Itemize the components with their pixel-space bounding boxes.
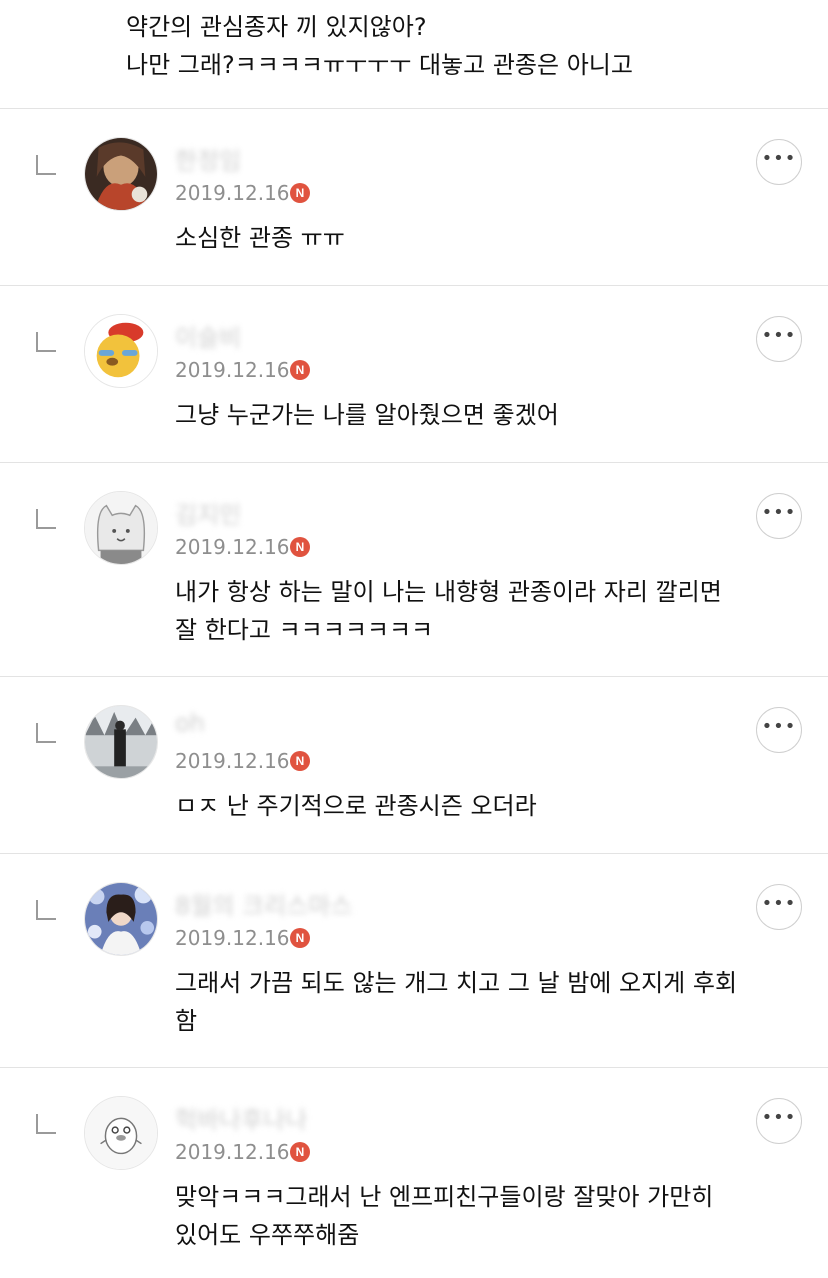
reply-arrow-icon bbox=[36, 155, 56, 175]
more-options-button[interactable]: ••• bbox=[756, 707, 802, 753]
comment-line: 함 bbox=[175, 1007, 198, 1035]
new-badge: N bbox=[290, 360, 310, 380]
reply-arrow-icon bbox=[36, 900, 56, 920]
more-options-button[interactable]: ••• bbox=[756, 139, 802, 185]
avatar[interactable] bbox=[84, 137, 158, 211]
comment-author[interactable]: 김지민 bbox=[175, 495, 241, 530]
reply-arrow-icon bbox=[36, 509, 56, 529]
more-options-button[interactable]: ••• bbox=[756, 493, 802, 539]
comment-author[interactable]: oh bbox=[175, 709, 205, 737]
reply-arrow-icon bbox=[36, 332, 56, 352]
comment-line: ㅁㅈ 난 주기적으로 관종시즌 오더라 bbox=[175, 792, 537, 820]
comment-text: 그냥 누군가는 나를 알아줬으면 좋겠어 bbox=[175, 396, 559, 434]
new-badge: N bbox=[290, 751, 310, 771]
new-badge: N bbox=[290, 928, 310, 948]
comment-author[interactable]: 8월의 크리스마스 bbox=[175, 886, 352, 921]
comment-date: 2019.12.16 bbox=[175, 181, 290, 205]
more-icon: ••• bbox=[761, 716, 797, 737]
comment-text: 맞악ㅋㅋㅋ그래서 난 엔프피친구들이랑 잘맞아 가만히 있어도 우쭈쭈해줌 bbox=[175, 1178, 713, 1254]
comment-text: 소심한 관종 ㅠㅠ bbox=[175, 219, 345, 257]
comment-item: 김지민 2019.12.16 N ••• 내가 항상 하는 말이 나는 내향형 … bbox=[0, 463, 828, 677]
comment-date: 2019.12.16 bbox=[175, 749, 290, 773]
new-badge: N bbox=[290, 537, 310, 557]
comment-item: 헉바나후나나 2019.12.16 N ••• 맞악ㅋㅋㅋ그래서 난 엔프피친구… bbox=[0, 1068, 828, 1278]
avatar[interactable] bbox=[84, 491, 158, 565]
comment-author[interactable]: 이슬비 bbox=[175, 318, 241, 353]
comment-date: 2019.12.16 bbox=[175, 926, 290, 950]
post-line: 나만 그래?ㅋㅋㅋㅋㅠㅜㅜㅜ 대놓고 관종은 아니고 bbox=[126, 51, 633, 79]
more-options-button[interactable]: ••• bbox=[756, 1098, 802, 1144]
comment-date: 2019.12.16 bbox=[175, 1140, 290, 1164]
new-badge: N bbox=[290, 183, 310, 203]
reply-arrow-icon bbox=[36, 1114, 56, 1134]
comment-line: 잘 한다고 ㅋㅋㅋㅋㅋㅋㅋ bbox=[175, 616, 434, 644]
comment-date: 2019.12.16 bbox=[175, 358, 290, 382]
avatar[interactable] bbox=[84, 882, 158, 956]
comment-line: 소심한 관종 ㅠㅠ bbox=[175, 224, 345, 252]
comment-line: 있어도 우쭈쭈해줌 bbox=[175, 1221, 360, 1249]
more-icon: ••• bbox=[761, 325, 797, 346]
comment-item: 한정임 2019.12.16 N ••• 소심한 관종 ㅠㅠ bbox=[0, 109, 828, 286]
comment-date: 2019.12.16 bbox=[175, 535, 290, 559]
avatar[interactable] bbox=[84, 314, 158, 388]
comment-text: 내가 항상 하는 말이 나는 내향형 관종이라 자리 깔리면 잘 한다고 ㅋㅋㅋ… bbox=[175, 573, 722, 649]
comment-line: 그래서 가끔 되도 않는 개그 치고 그 날 밤에 오지게 후회 bbox=[175, 969, 738, 997]
comment-author[interactable]: 헉바나후나나 bbox=[175, 1100, 307, 1135]
comment-text: ㅁㅈ 난 주기적으로 관종시즌 오더라 bbox=[175, 787, 537, 825]
post-line: 약간의 관심종자 끼 있지않아? bbox=[126, 13, 427, 41]
new-badge: N bbox=[290, 1142, 310, 1162]
comment-line: 맞악ㅋㅋㅋ그래서 난 엔프피친구들이랑 잘맞아 가만히 bbox=[175, 1183, 714, 1211]
more-icon: ••• bbox=[761, 1107, 797, 1128]
avatar[interactable] bbox=[84, 705, 158, 779]
more-icon: ••• bbox=[761, 502, 797, 523]
more-options-button[interactable]: ••• bbox=[756, 884, 802, 930]
comment-line: 내가 항상 하는 말이 나는 내향형 관종이라 자리 깔리면 bbox=[175, 578, 722, 606]
reply-arrow-icon bbox=[36, 723, 56, 743]
comment-item: 8월의 크리스마스 2019.12.16 N ••• 그래서 가끔 되도 않는 … bbox=[0, 854, 828, 1068]
comment-line: 그냥 누군가는 나를 알아줬으면 좋겠어 bbox=[175, 401, 559, 429]
more-options-button[interactable]: ••• bbox=[756, 316, 802, 362]
more-icon: ••• bbox=[761, 148, 797, 169]
comment-author[interactable]: 한정임 bbox=[175, 141, 241, 176]
avatar[interactable] bbox=[84, 1096, 158, 1170]
comment-item: oh 2019.12.16 N ••• ㅁㅈ 난 주기적으로 관종시즌 오더라 bbox=[0, 677, 828, 854]
comment-text: 그래서 가끔 되도 않는 개그 치고 그 날 밤에 오지게 후회 함 bbox=[175, 964, 737, 1040]
comment-item: 이슬비 2019.12.16 N ••• 그냥 누군가는 나를 알아줬으면 좋겠… bbox=[0, 286, 828, 463]
more-icon: ••• bbox=[761, 893, 797, 914]
post-content: 약간의 관심종자 끼 있지않아? 나만 그래?ㅋㅋㅋㅋㅠㅜㅜㅜ 대놓고 관종은 … bbox=[0, 0, 828, 109]
